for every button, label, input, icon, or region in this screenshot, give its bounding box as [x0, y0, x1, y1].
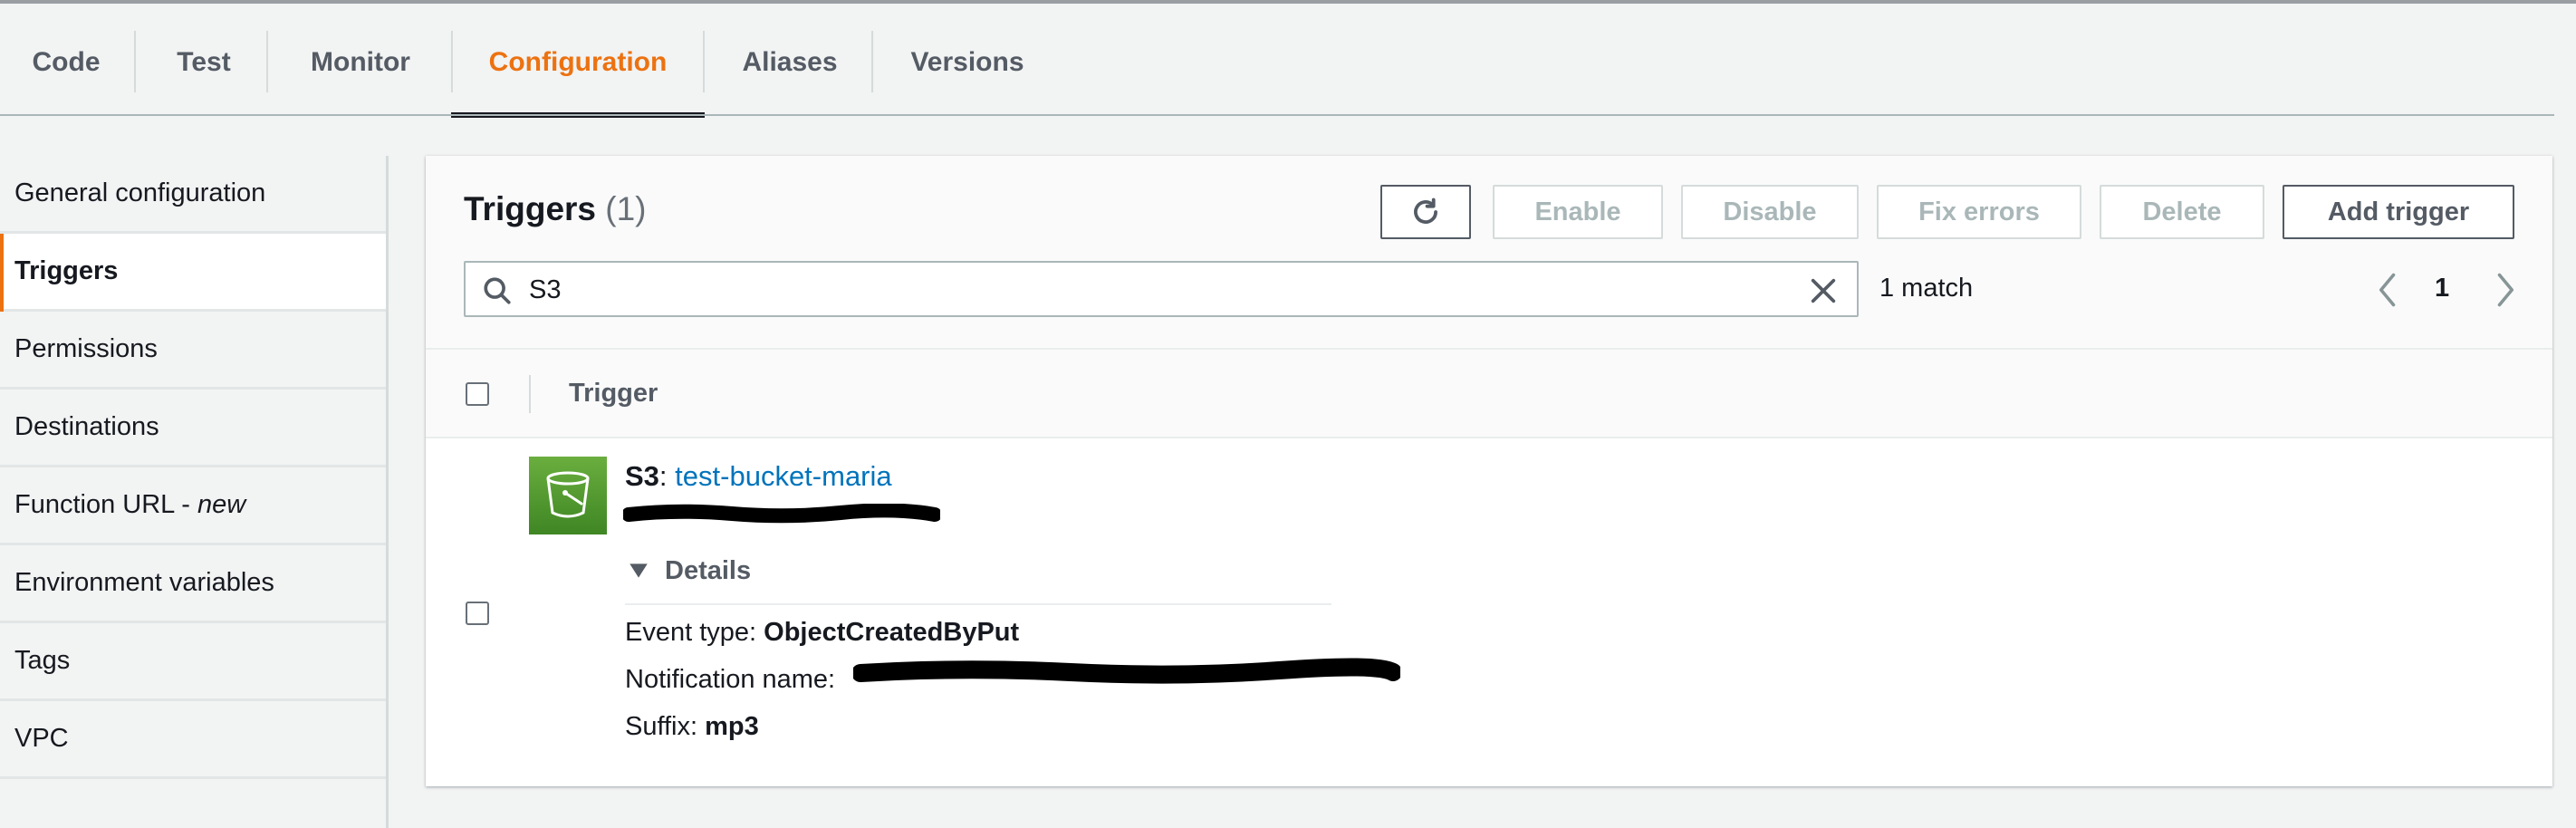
sidebar-item-environment-variables[interactable]: Environment variables	[0, 545, 386, 623]
caret-down-icon	[630, 563, 648, 578]
sidebar-item-label: Triggers	[14, 256, 119, 285]
tab-separator	[266, 31, 268, 92]
notification-name: Notification name:	[625, 665, 835, 695]
tab-separator	[871, 31, 873, 92]
close-icon[interactable]	[1808, 275, 1839, 306]
tab-configuration[interactable]: Configuration	[453, 7, 703, 118]
sidebar-item-triggers[interactable]: Triggers	[0, 234, 386, 312]
details-divider	[625, 603, 1331, 605]
disable-button[interactable]: Disable	[1681, 185, 1859, 239]
add-trigger-button[interactable]: Add trigger	[2283, 185, 2514, 239]
enable-button[interactable]: Enable	[1493, 185, 1663, 239]
sidebar-item-general-configuration[interactable]: General configuration	[0, 156, 386, 234]
current-page[interactable]: 1	[2435, 274, 2449, 303]
s3-service-icon	[529, 457, 607, 534]
triggers-panel: Triggers (1) Enable Disable Fix errors D…	[426, 156, 2552, 786]
panel-header: Triggers (1) Enable Disable Fix errors D…	[426, 156, 2552, 348]
new-badge: new	[197, 490, 246, 519]
redaction-mark	[623, 504, 940, 524]
column-separator	[529, 375, 531, 413]
sidebar-item-label: Permissions	[14, 334, 158, 363]
tab-test[interactable]: Test	[154, 7, 254, 118]
sidebar-item-function-url[interactable]: Function URL - new	[0, 467, 386, 545]
trigger-separator: :	[658, 460, 668, 492]
search-icon	[484, 277, 511, 304]
select-all-checkbox[interactable]	[466, 382, 489, 406]
tab-code[interactable]: Code	[16, 7, 116, 118]
match-count: 1 match	[1879, 274, 1974, 303]
delete-button[interactable]: Delete	[2100, 185, 2264, 239]
notification-name-label: Notification name:	[625, 665, 836, 694]
search-input[interactable]: S3	[529, 275, 561, 305]
refresh-button[interactable]	[1380, 185, 1471, 239]
fix-errors-button[interactable]: Fix errors	[1877, 185, 2081, 239]
details-toggle[interactable]: Details	[627, 553, 751, 589]
tab-monitor[interactable]: Monitor	[288, 7, 433, 118]
refresh-icon	[1414, 197, 1437, 224]
trigger-resource-link[interactable]: test-bucket-maria	[675, 460, 891, 492]
redaction-mark	[853, 658, 1400, 684]
suffix-label: Suffix:	[625, 712, 706, 741]
sidebar-divider	[386, 156, 389, 828]
tab-separator	[703, 31, 705, 92]
sidebar: General configuration Triggers Permissio…	[0, 156, 389, 828]
suffix: Suffix: mp3	[625, 712, 759, 742]
row-checkbox[interactable]	[466, 602, 489, 625]
tab-aliases[interactable]: Aliases	[725, 7, 855, 118]
panel-title: Triggers (1)	[464, 190, 647, 228]
tab-bar: Code Test Monitor Configuration Aliases …	[0, 4, 2576, 118]
sidebar-item-label: Environment variables	[14, 568, 274, 597]
sidebar-item-label: VPC	[14, 724, 69, 753]
trigger-service: S3	[625, 460, 659, 492]
chevron-left-icon[interactable]	[2373, 270, 2404, 310]
sidebar-item-label: General configuration	[14, 178, 266, 207]
column-header-trigger: Trigger	[569, 379, 658, 408]
search-field[interactable]: S3	[464, 261, 1859, 317]
panel-title-text: Triggers	[464, 190, 596, 227]
tab-bar-divider	[0, 114, 2554, 116]
suffix-value: mp3	[705, 712, 759, 741]
sidebar-item-permissions[interactable]: Permissions	[0, 312, 386, 390]
event-type: Event type: ObjectCreatedByPut	[625, 618, 1019, 648]
table-header: Trigger	[426, 348, 2552, 438]
bucket-icon	[546, 471, 590, 518]
details-label: Details	[665, 555, 752, 585]
chevron-right-icon[interactable]	[2489, 270, 2520, 310]
event-type-label: Event type:	[625, 618, 764, 647]
tab-separator	[134, 31, 136, 92]
table-row: S3: test-bucket-maria Details Event type…	[426, 438, 2552, 786]
sidebar-item-label: Destinations	[14, 412, 159, 441]
event-type-value: ObjectCreatedByPut	[764, 618, 1020, 647]
sidebar-item-vpc[interactable]: VPC	[0, 701, 386, 779]
sidebar-item-label: Function URL -	[14, 490, 197, 519]
sidebar-item-destinations[interactable]: Destinations	[0, 390, 386, 467]
sidebar-item-tags[interactable]: Tags	[0, 623, 386, 701]
trigger-count: (1)	[605, 190, 647, 227]
trigger-name: S3: test-bucket-maria	[625, 460, 892, 493]
tab-versions[interactable]: Versions	[897, 7, 1038, 118]
sidebar-item-label: Tags	[14, 646, 71, 675]
